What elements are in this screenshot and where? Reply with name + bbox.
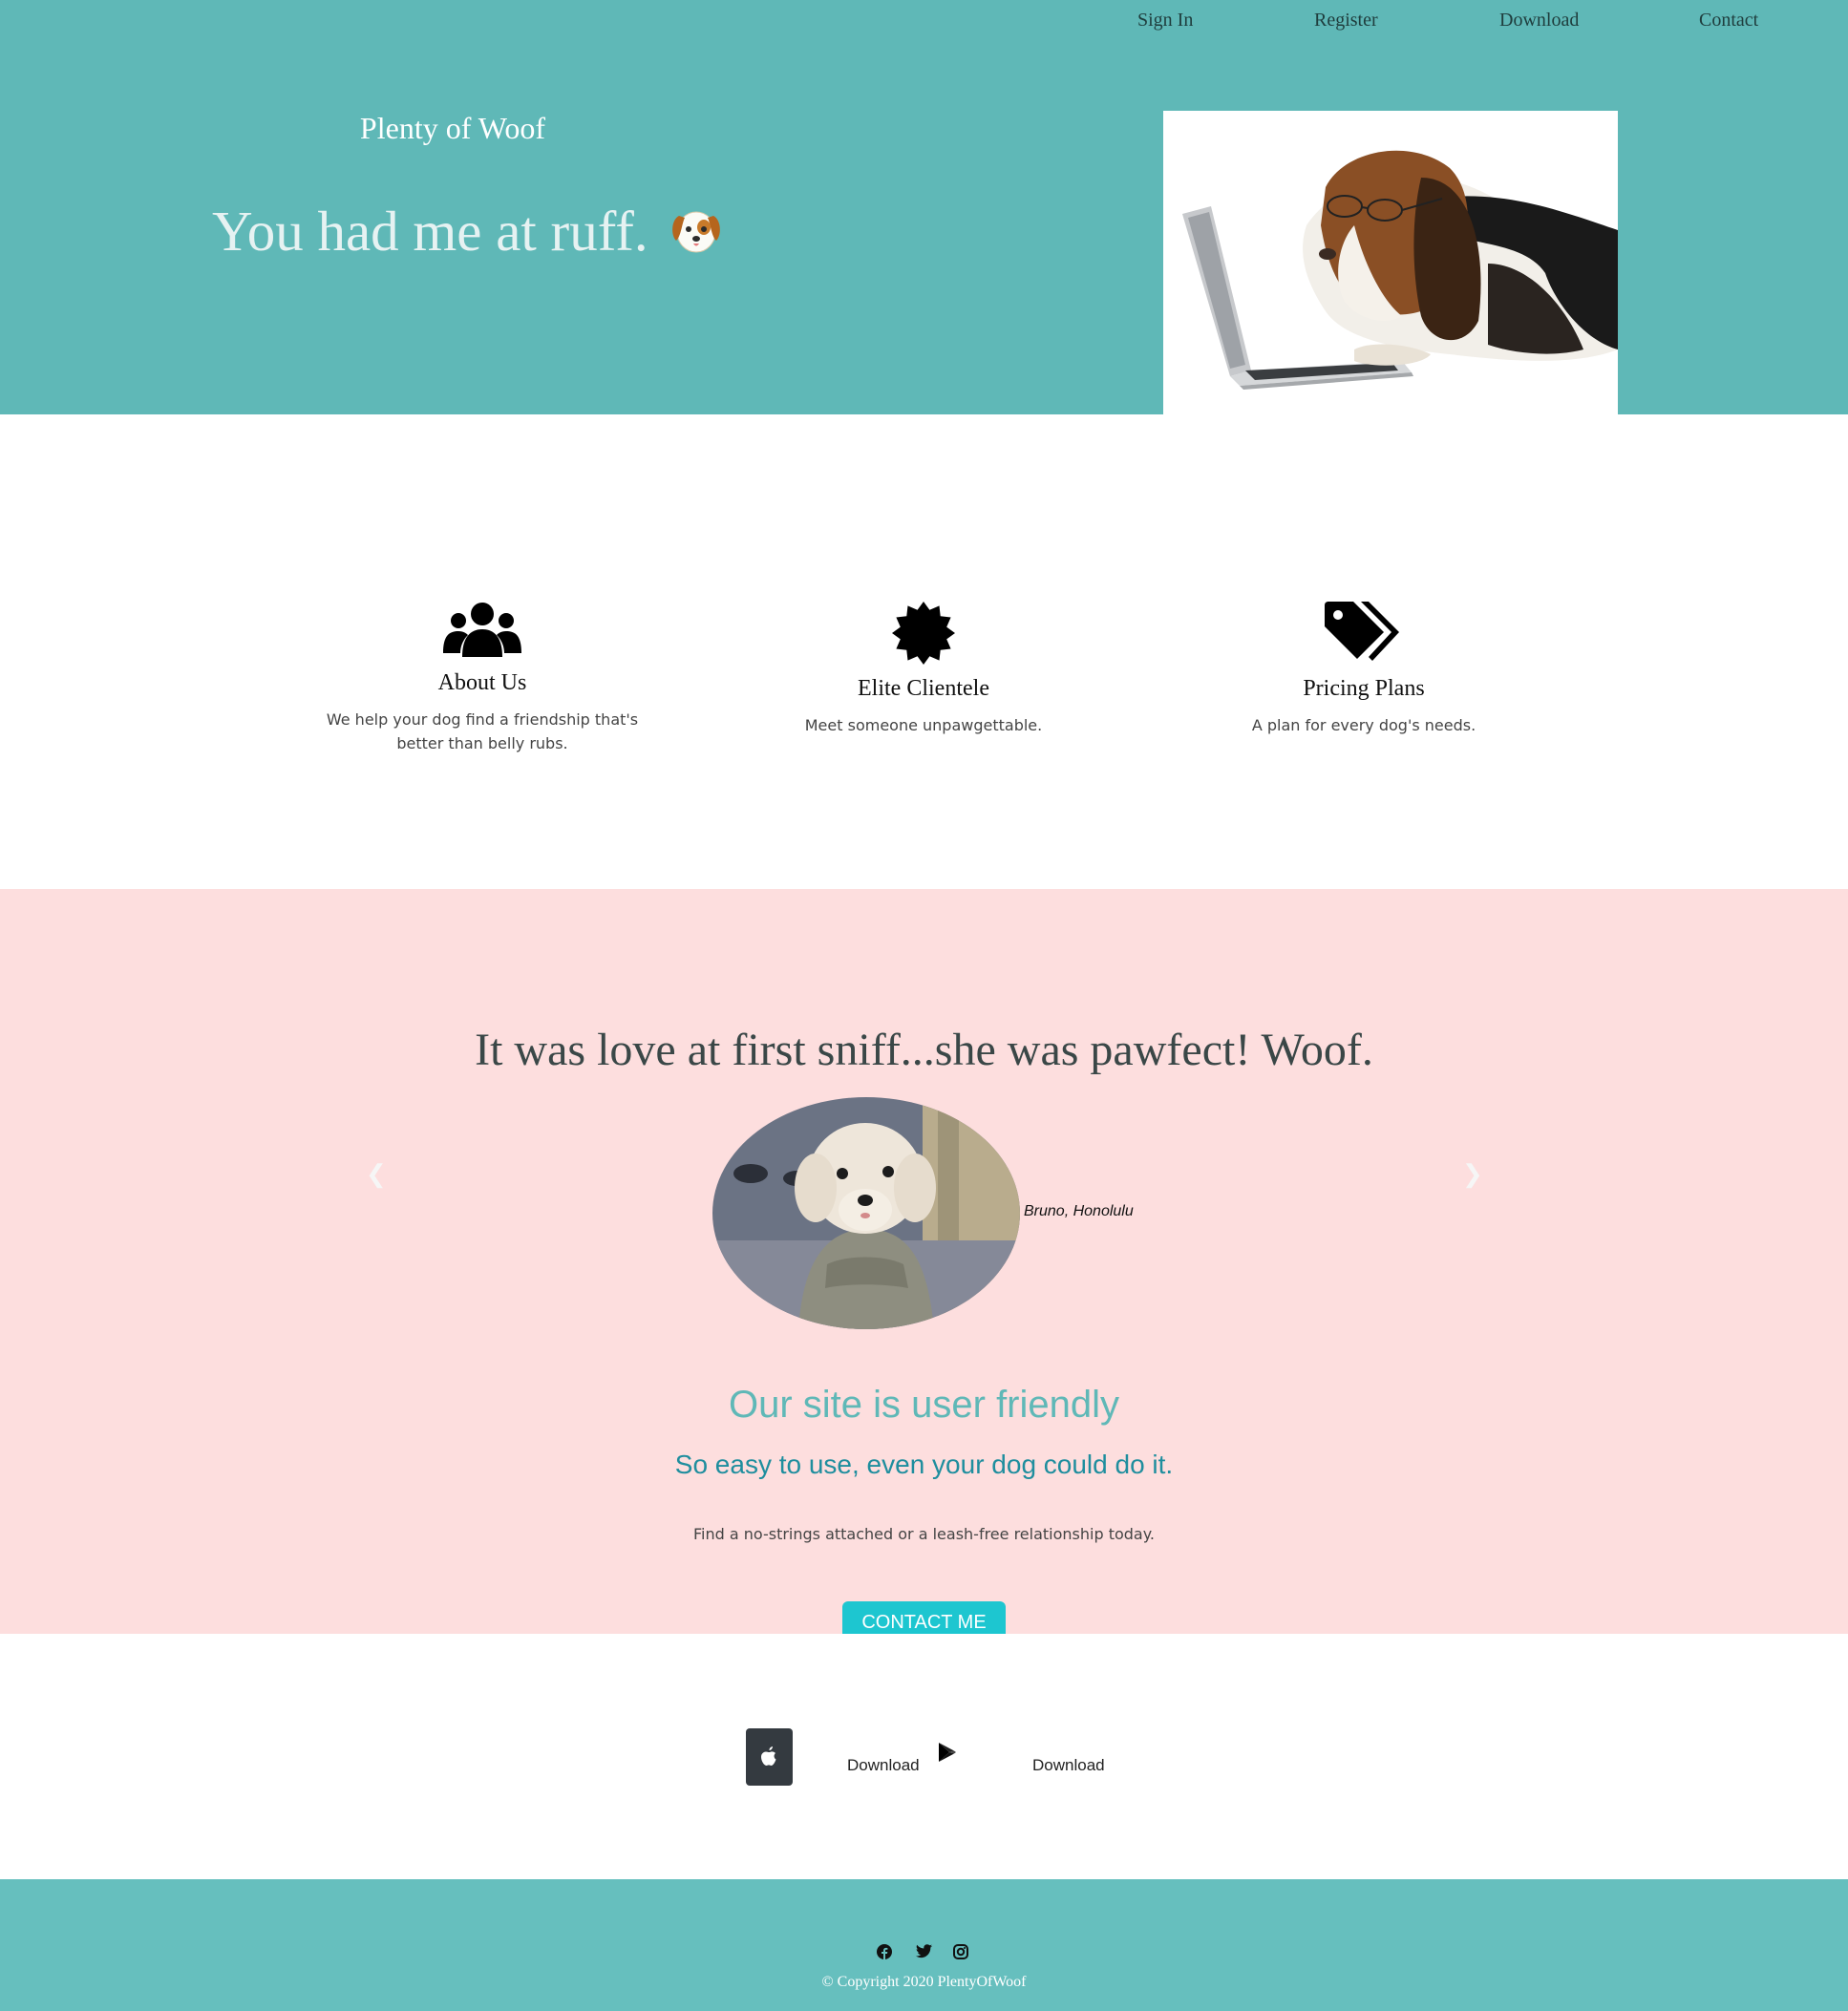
hero-section: Sign In Register Download Contact Plenty… [0,0,1848,414]
apple-download-link[interactable]: Download [847,1756,920,1775]
feature-elite-clientele: Elite Clientele Meet someone unpawgettab… [766,602,1081,737]
features-section: About Us We help your dog find a friends… [0,414,1848,889]
twitter-icon[interactable] [916,1944,932,1963]
certificate-badge-icon [766,602,1081,665]
feature-about-us-title: About Us [437,670,527,695]
testimonial-section: It was love at first sniff...she was paw… [0,889,1848,1634]
nav-download-link[interactable]: Download [1499,10,1579,32]
nav-contact-link[interactable]: Contact [1699,10,1758,32]
cta-text: Find a no-strings attached or a leash-fr… [692,1525,1156,1543]
google-download-link[interactable]: Download [1032,1756,1105,1775]
testimonial-caption: Bruno, Honolulu [1024,1203,1134,1219]
dog-laptop-photo [1163,111,1618,414]
testimonial-dog-photo [712,1097,1020,1329]
download-section: Download Download [0,1634,1848,1879]
brand-title: Plenty of Woof [359,111,546,145]
top-nav: Sign In Register Download Contact [0,10,1848,44]
cta-subtitle: So easy to use, even your dog could do i… [674,1450,1174,1479]
feature-pricing-plans: Pricing Plans A plan for every dog's nee… [1206,602,1521,737]
google-play-icon[interactable] [938,1742,957,1768]
feature-pricing-plans-title: Pricing Plans [1303,676,1425,701]
facebook-icon[interactable] [877,1944,892,1964]
testimonial-quote: It was love at first sniff...she was paw… [475,1025,1373,1075]
feature-pricing-plans-text: A plan for every dog's needs. [1251,716,1476,734]
apple-download-button[interactable] [746,1728,793,1786]
instagram-icon[interactable] [953,1944,968,1964]
apple-icon [761,1746,776,1766]
nav-register-link[interactable]: Register [1314,10,1378,32]
copyright-text: © Copyright 2020 PlentyOfWoof [821,1974,1027,1990]
feature-about-us: About Us We help your dog find a friends… [325,602,640,755]
nav-sign-in-link[interactable]: Sign In [1137,10,1193,32]
hero-tagline-wrap: You had me at ruff. [212,199,723,270]
feature-about-us-text: We help your dog find a friendship that'… [326,710,639,752]
users-icon [325,602,640,659]
tags-icon [1206,602,1521,665]
chevron-left-icon[interactable]: ❮ [366,1159,387,1189]
footer: © Copyright 2020 PlentyOfWoof [0,1879,1848,2011]
cta-title: Our site is user friendly [728,1384,1120,1426]
feature-elite-clientele-text: Meet someone unpawgettable. [804,716,1043,734]
feature-elite-clientele-title: Elite Clientele [858,676,989,701]
hero-tagline: You had me at ruff. [212,200,648,263]
dog-face-icon [669,204,723,270]
chevron-right-icon[interactable]: ❯ [1462,1159,1483,1189]
